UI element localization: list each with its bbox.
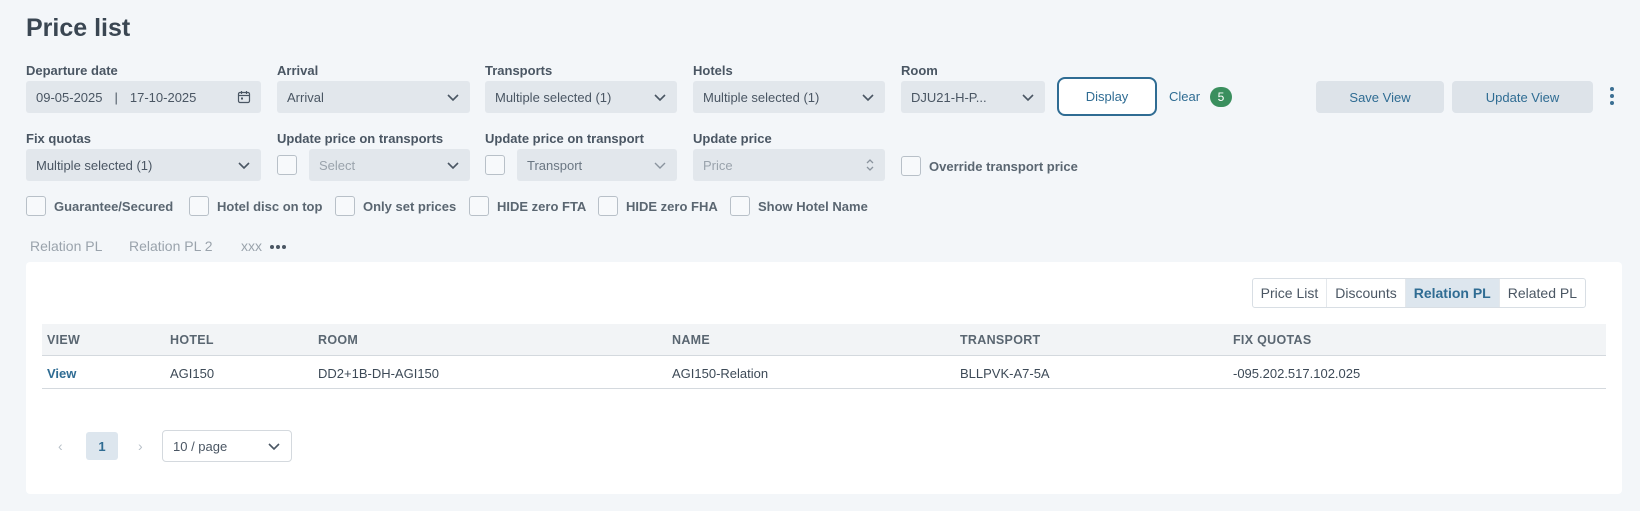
col-hotel[interactable]: HOTEL: [170, 333, 214, 347]
update-transports-select[interactable]: Select: [309, 149, 470, 181]
update-transport-value: Transport: [527, 157, 583, 173]
cell-transport: BLLPVK-A7-5A: [960, 366, 1050, 381]
stepper-icon[interactable]: [865, 157, 875, 173]
cell-hotel: AGI150: [170, 366, 215, 381]
save-view-button[interactable]: Save View: [1316, 81, 1444, 113]
arrival-label: Arrival: [277, 63, 319, 78]
guarantee-checkbox[interactable]: [26, 196, 46, 216]
override-transport-checkbox[interactable]: [901, 156, 921, 176]
col-name[interactable]: NAME: [672, 333, 710, 347]
clear-button[interactable]: Clear: [1169, 89, 1200, 104]
col-transport[interactable]: TRANSPORT: [960, 333, 1040, 347]
fix-quotas-select[interactable]: Multiple selected (1): [26, 149, 261, 181]
chevron-down-icon: [446, 158, 460, 172]
departure-to[interactable]: 17-10-2025: [130, 90, 237, 105]
seg-related-pl[interactable]: Related PL: [1500, 279, 1585, 307]
departure-date-range[interactable]: 09-05-2025 | 17-10-2025: [26, 81, 261, 113]
update-transports-label: Update price on transports: [277, 131, 444, 146]
cell-room: DD2+1B-DH-AGI150: [318, 366, 440, 381]
hotel-disc-label: Hotel disc on top: [217, 199, 323, 214]
transports-label: Transports: [485, 63, 553, 78]
arrival-select[interactable]: Arrival: [277, 81, 470, 113]
room-label: Room: [901, 63, 938, 78]
chevron-down-icon: [653, 90, 667, 104]
hotel-disc-checkbox[interactable]: [189, 196, 209, 216]
update-price-label: Update price: [693, 131, 772, 146]
table-row: View AGI150 DD2+1B-DH-AGI150 AGI150-Rela…: [42, 356, 1606, 389]
only-set-prices-checkbox[interactable]: [335, 196, 355, 216]
tab-more-icon[interactable]: [270, 245, 286, 249]
view-link[interactable]: View: [47, 366, 76, 381]
fix-quotas-label: Fix quotas: [26, 131, 92, 146]
update-transport-select[interactable]: Transport: [517, 149, 677, 181]
hide-zero-fta-checkbox[interactable]: [469, 196, 489, 216]
cell-fix-quotas: -095.202.517.102.025: [1233, 366, 1361, 381]
seg-discounts[interactable]: Discounts: [1327, 279, 1406, 307]
transports-value: Multiple selected (1): [495, 89, 612, 105]
show-hotel-name-checkbox[interactable]: [730, 196, 750, 216]
fix-quotas-value: Multiple selected (1): [36, 157, 153, 173]
display-button[interactable]: Display: [1057, 77, 1157, 116]
room-select[interactable]: DJU21-H-P...: [901, 81, 1045, 113]
chevron-down-icon: [653, 158, 667, 172]
page-1-button[interactable]: 1: [86, 432, 118, 460]
chevron-down-icon: [1021, 90, 1035, 104]
update-transports-checkbox[interactable]: [277, 155, 297, 175]
room-value: DJU21-H-P...: [911, 89, 987, 105]
hotels-value: Multiple selected (1): [703, 89, 820, 105]
prev-page-button[interactable]: ‹: [58, 438, 63, 454]
update-price-input[interactable]: Price: [693, 149, 885, 181]
guarantee-label: Guarantee/Secured: [54, 199, 174, 214]
results-card: Price List Discounts Relation PL Related…: [26, 262, 1622, 494]
transports-select[interactable]: Multiple selected (1): [485, 81, 677, 113]
update-transport-label: Update price on transport: [485, 131, 644, 146]
seg-relation-pl[interactable]: Relation PL: [1405, 279, 1500, 307]
page-title: Price list: [26, 14, 131, 42]
chevron-down-icon: [446, 90, 460, 104]
table-header: VIEW HOTEL ROOM NAME TRANSPORT FIX QUOTA…: [42, 324, 1606, 356]
view-tab-relation-pl-2[interactable]: Relation PL 2: [129, 238, 213, 254]
update-transport-checkbox[interactable]: [485, 155, 505, 175]
date-separator: |: [114, 89, 118, 105]
next-page-button[interactable]: ›: [138, 438, 143, 454]
hide-zero-fha-checkbox[interactable]: [598, 196, 618, 216]
view-tab-xxx[interactable]: xxx: [241, 238, 262, 254]
departure-date-label: Departure date: [26, 63, 118, 78]
page-size-value: 10 / page: [173, 438, 228, 454]
chevron-down-icon: [237, 158, 251, 172]
page-size-select[interactable]: 10 / page: [162, 430, 292, 462]
departure-from[interactable]: 09-05-2025: [36, 90, 103, 105]
show-hotel-name-label: Show Hotel Name: [758, 199, 868, 214]
col-view[interactable]: VIEW: [47, 333, 80, 347]
hide-zero-fha-label: HIDE zero FHA: [626, 199, 718, 214]
update-price-placeholder: Price: [703, 157, 733, 173]
chevron-down-icon: [861, 90, 875, 104]
segmented-control: Price List Discounts Relation PL Related…: [1251, 278, 1586, 308]
col-room[interactable]: ROOM: [318, 333, 358, 347]
update-view-button[interactable]: Update View: [1452, 81, 1593, 113]
cell-name: AGI150-Relation: [672, 366, 769, 381]
hotels-select[interactable]: Multiple selected (1): [693, 81, 885, 113]
arrival-value: Arrival: [287, 89, 324, 105]
clear-count-badge: 5: [1210, 87, 1232, 107]
chevron-down-icon: [267, 439, 281, 453]
hotels-label: Hotels: [693, 63, 733, 78]
view-tab-relation-pl[interactable]: Relation PL: [30, 238, 102, 254]
more-options-icon[interactable]: [1606, 84, 1618, 108]
update-transports-placeholder: Select: [319, 157, 356, 173]
col-fix-quotas[interactable]: FIX QUOTAS: [1233, 333, 1311, 347]
seg-price-list[interactable]: Price List: [1253, 279, 1328, 307]
calendar-icon[interactable]: [237, 90, 251, 104]
override-transport-label: Override transport price: [929, 159, 1078, 174]
only-set-prices-label: Only set prices: [363, 199, 457, 214]
hide-zero-fta-label: HIDE zero FTA: [497, 199, 587, 214]
